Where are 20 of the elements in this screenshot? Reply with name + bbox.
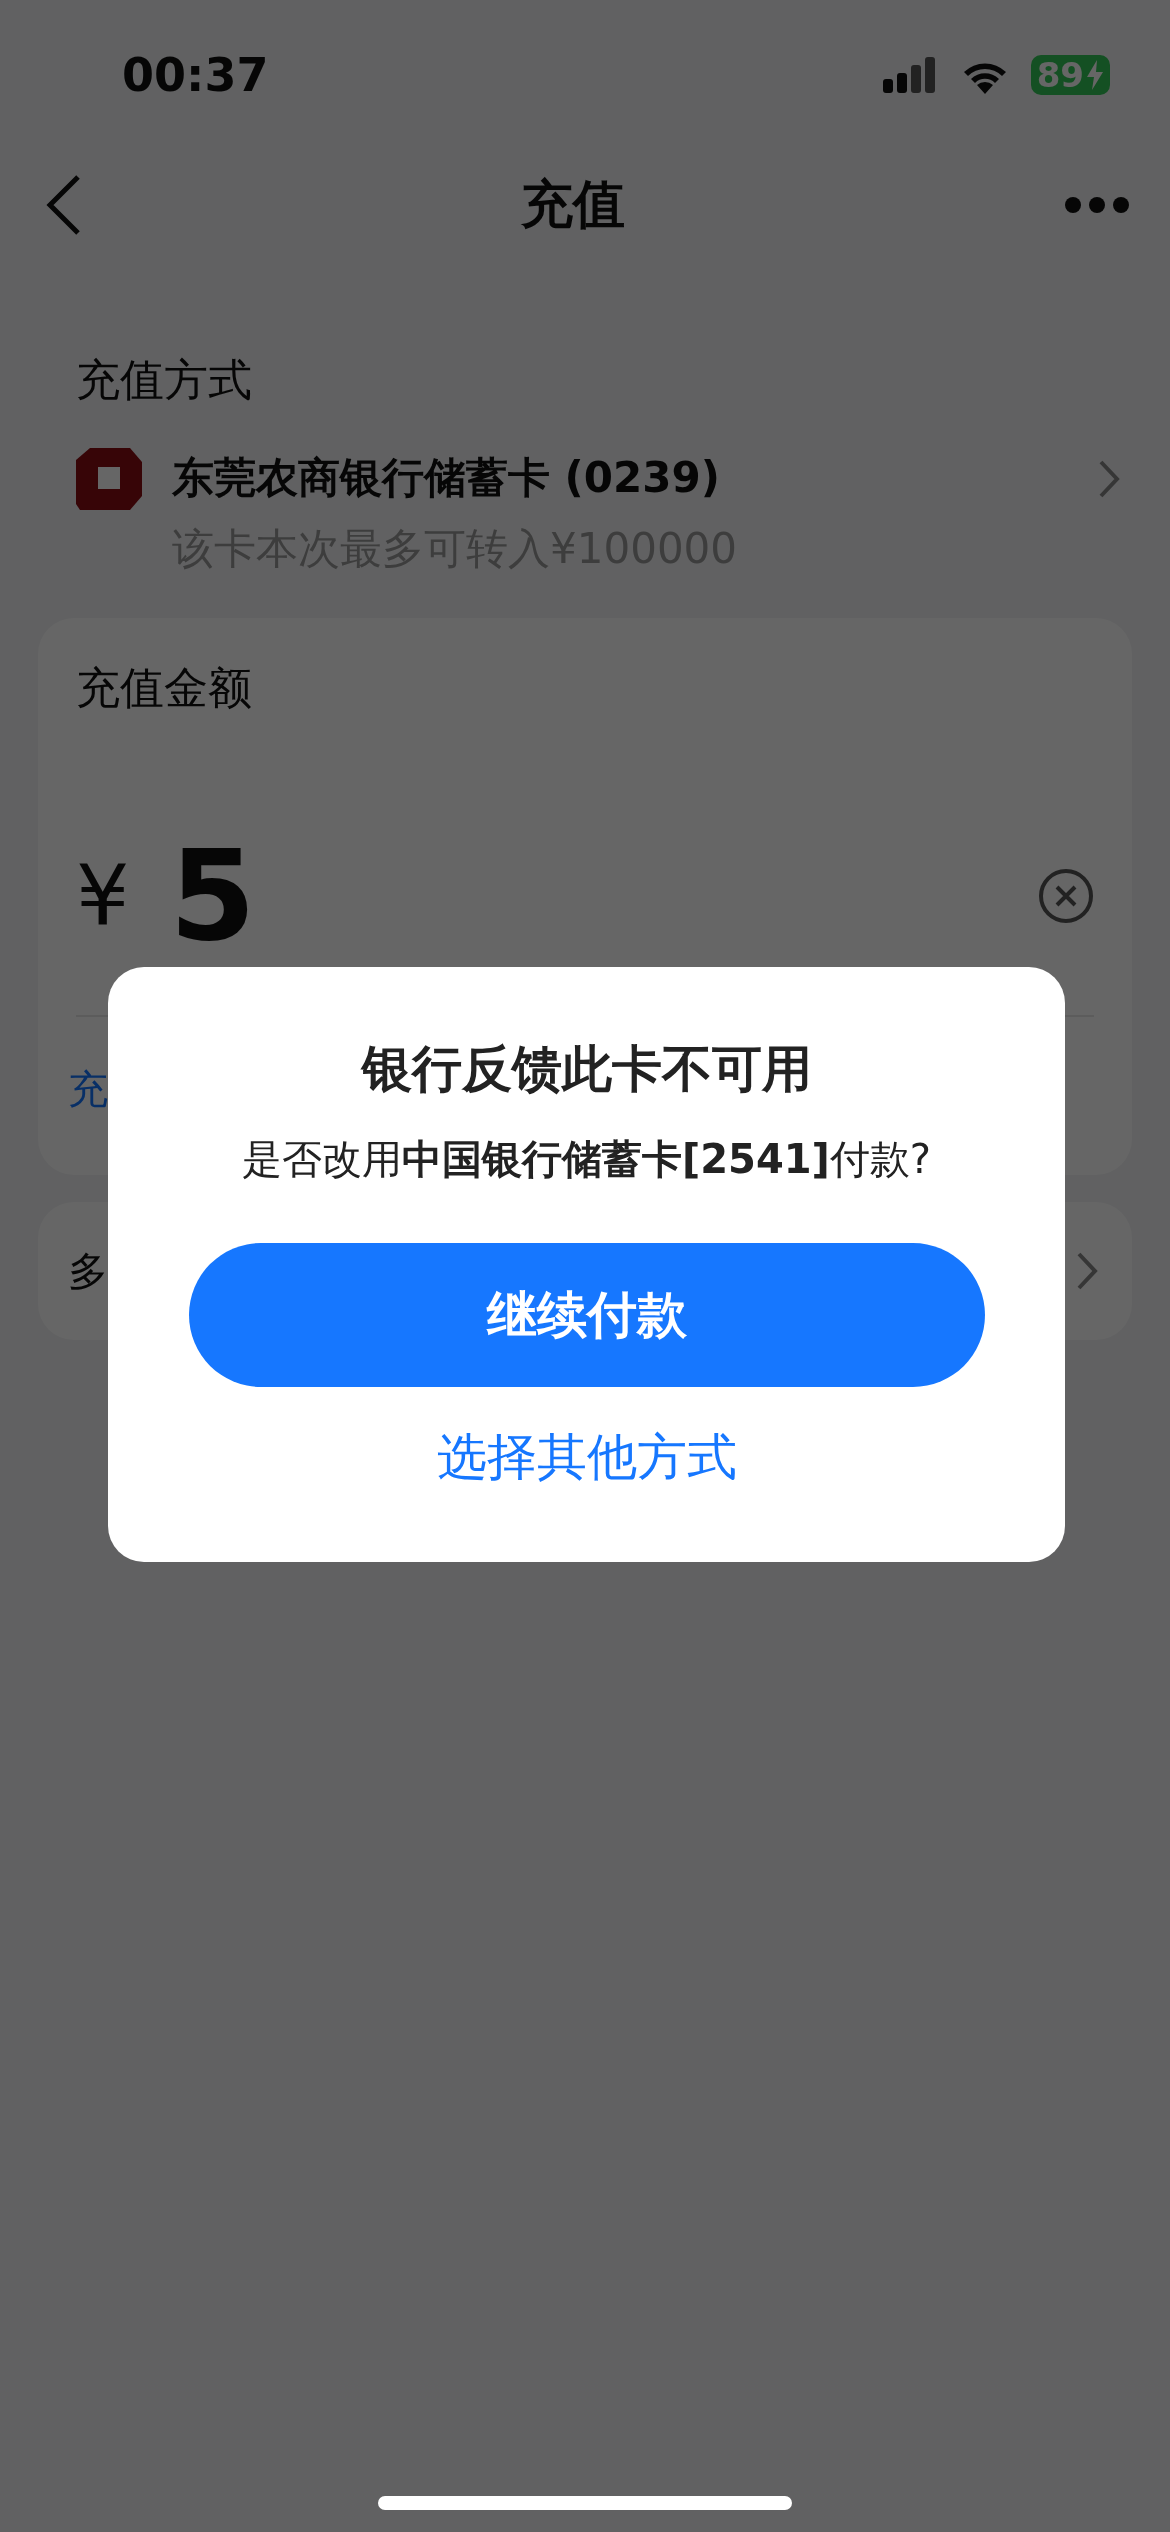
status-time: 00:37 xyxy=(122,48,270,102)
chevron-right-icon[interactable] xyxy=(1098,459,1120,499)
other-method-link[interactable]: 选择其他方式 xyxy=(436,1425,737,1489)
clear-icon[interactable] xyxy=(1038,868,1094,924)
option-row-label[interactable]: 多 xyxy=(68,1243,108,1299)
section-label: 充值方式 xyxy=(76,353,253,407)
battery-icon: 89 xyxy=(1030,55,1110,95)
page-title: 充值 xyxy=(521,173,625,236)
dialog-title: 银行反馈此卡不可用 xyxy=(361,1039,812,1100)
continue-payment-button[interactable]: 继续付款 xyxy=(188,1243,985,1387)
currency-symbol: ¥ xyxy=(76,847,130,945)
hint-link[interactable]: 充 xyxy=(68,1061,108,1117)
dialog-message: 是否改用中国银行储蓄卡[2541]付款? xyxy=(241,1135,932,1184)
amount-value[interactable]: 5 xyxy=(169,836,998,956)
bank-logo-icon xyxy=(76,448,142,510)
amount-label: 充值金额 xyxy=(76,661,253,715)
more-icon[interactable] xyxy=(1064,196,1130,214)
bank-card-name[interactable]: 东莞农商银行储蓄卡 (0239) xyxy=(172,445,1068,511)
chevron-right-icon[interactable] xyxy=(1076,1251,1098,1291)
back-icon[interactable] xyxy=(46,174,82,236)
